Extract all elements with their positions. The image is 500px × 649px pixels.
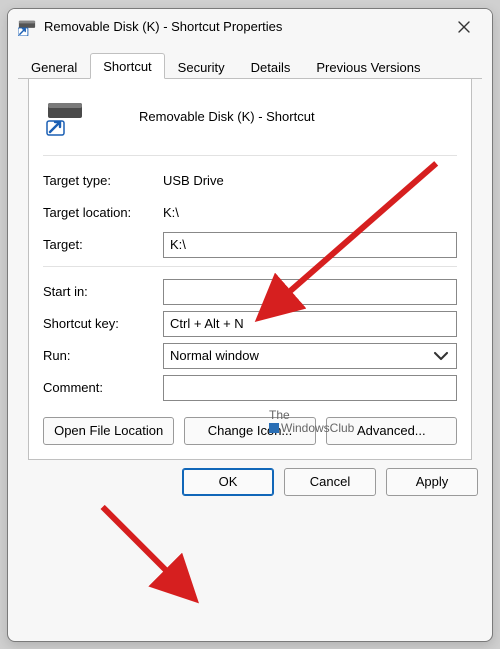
tab-general[interactable]: General <box>18 54 90 79</box>
properties-dialog: Removable Disk (K) - Shortcut Properties… <box>7 8 493 642</box>
separator <box>43 155 457 156</box>
title-bar: Removable Disk (K) - Shortcut Properties <box>8 9 492 45</box>
shortcut-header: Removable Disk (K) - Shortcut <box>45 97 457 137</box>
arrow-to-ok <box>103 506 193 596</box>
target-type-value: USB Drive <box>163 173 457 188</box>
shortcut-key-label: Shortcut key: <box>43 316 163 331</box>
apply-button[interactable]: Apply <box>386 468 478 496</box>
row-run: Run: Normal window <box>43 341 457 371</box>
tab-previous-versions[interactable]: Previous Versions <box>303 54 433 79</box>
row-comment: Comment: <box>43 373 457 403</box>
tabs-container: General Shortcut Security Details Previo… <box>8 45 492 468</box>
button-label: OK <box>219 474 238 489</box>
drive-shortcut-large-icon <box>45 97 85 137</box>
run-select[interactable]: Normal window <box>163 343 457 369</box>
start-in-input[interactable] <box>163 279 457 305</box>
dialog-buttons: OK Cancel Apply <box>8 468 492 510</box>
ok-button[interactable]: OK <box>182 468 274 496</box>
row-target-type: Target type: USB Drive <box>43 166 457 196</box>
open-file-location-button[interactable]: Open File Location <box>43 417 174 445</box>
tab-label: General <box>31 60 77 75</box>
change-icon-button[interactable]: Change Icon... <box>184 417 315 445</box>
target-type-label: Target type: <box>43 173 163 188</box>
cancel-button[interactable]: Cancel <box>284 468 376 496</box>
run-value: Normal window <box>170 348 259 363</box>
shortcut-key-input[interactable] <box>163 311 457 337</box>
comment-input[interactable] <box>163 375 457 401</box>
row-target: Target: <box>43 230 457 260</box>
row-start-in: Start in: <box>43 277 457 307</box>
tab-label: Shortcut <box>103 59 151 74</box>
shortcut-panel: Removable Disk (K) - Shortcut Target typ… <box>28 79 472 460</box>
tabstrip: General Shortcut Security Details Previo… <box>18 51 482 79</box>
target-location-label: Target location: <box>43 205 163 220</box>
row-target-location: Target location: K:\ <box>43 198 457 228</box>
run-label: Run: <box>43 348 163 363</box>
button-label: Apply <box>416 474 449 489</box>
tab-details[interactable]: Details <box>238 54 304 79</box>
close-button[interactable] <box>442 12 486 42</box>
drive-shortcut-icon <box>18 18 36 36</box>
tab-label: Details <box>251 60 291 75</box>
chevron-down-icon <box>432 347 450 365</box>
target-label: Target: <box>43 237 163 252</box>
target-input[interactable] <box>163 232 457 258</box>
file-actions: Open File Location Change Icon... Advanc… <box>43 417 457 445</box>
window-title: Removable Disk (K) - Shortcut Properties <box>44 19 442 34</box>
button-label: Open File Location <box>54 423 163 438</box>
advanced-button[interactable]: Advanced... <box>326 417 457 445</box>
separator <box>43 266 457 267</box>
button-label: Cancel <box>310 474 350 489</box>
tab-label: Previous Versions <box>316 60 420 75</box>
button-label: Change Icon... <box>208 423 293 438</box>
start-in-label: Start in: <box>43 284 163 299</box>
button-label: Advanced... <box>357 423 426 438</box>
tab-shortcut[interactable]: Shortcut <box>90 53 164 79</box>
target-location-value: K:\ <box>163 205 457 220</box>
comment-label: Comment: <box>43 380 163 395</box>
tab-label: Security <box>178 60 225 75</box>
close-icon <box>458 21 470 33</box>
shortcut-name: Removable Disk (K) - Shortcut <box>139 109 315 124</box>
tab-security[interactable]: Security <box>165 54 238 79</box>
row-shortcut-key: Shortcut key: <box>43 309 457 339</box>
